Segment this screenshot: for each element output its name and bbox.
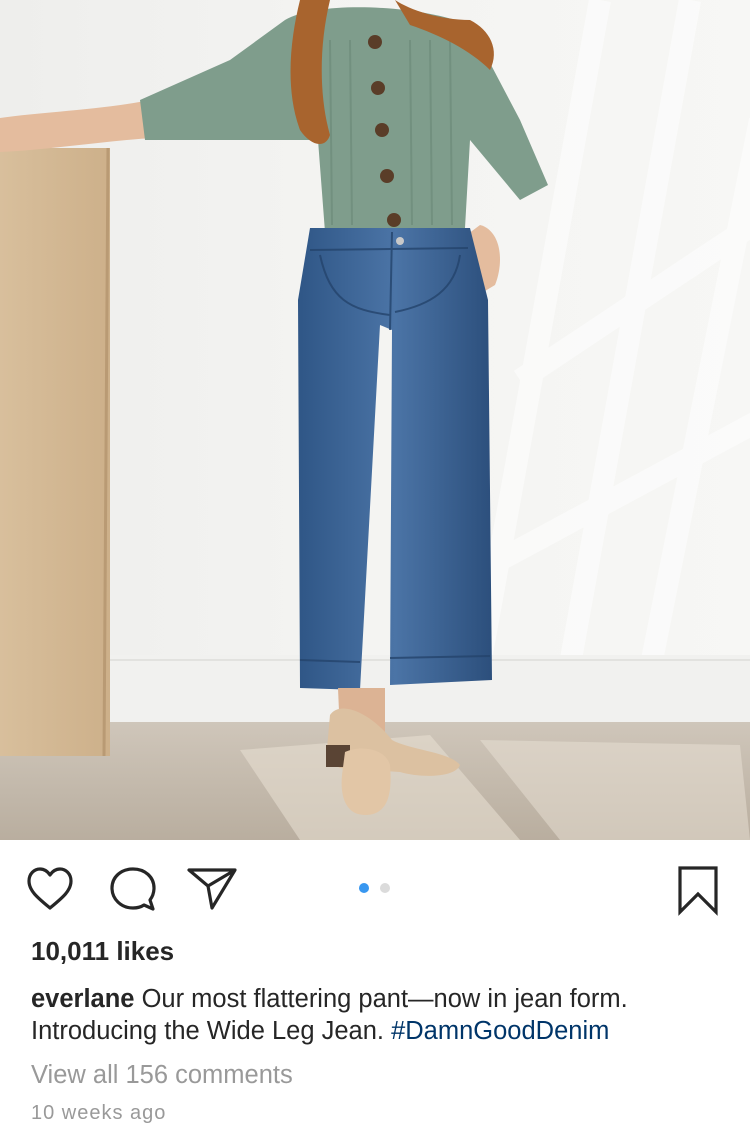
post-caption: everlane Our most flattering pant—now in… <box>31 983 731 1047</box>
caption-text-line2: Introducing the Wide Leg Jean. <box>31 1017 384 1045</box>
heart-icon-graphic <box>27 867 73 910</box>
caption-hashtag[interactable]: #DamnGoodDenim <box>391 1017 609 1045</box>
heart-icon[interactable] <box>24 864 76 916</box>
caption-text-line1: Our most flattering pant—now in jean for… <box>141 985 628 1013</box>
view-comments-link[interactable]: View all 156 comments <box>31 1061 293 1090</box>
carousel-dot-active <box>359 883 369 893</box>
post-photo-art <box>0 0 750 840</box>
comment-icon-graphic <box>110 867 156 911</box>
likes-count[interactable]: 10,011 likes <box>31 936 174 967</box>
paper-plane-icon-graphic <box>187 868 237 910</box>
post-timestamp: 10 weeks ago <box>31 1102 167 1124</box>
paper-plane-icon[interactable] <box>186 864 238 916</box>
comment-icon[interactable] <box>106 864 158 916</box>
caption-username[interactable]: everlane <box>31 985 135 1013</box>
bookmark-icon-graphic <box>678 866 718 916</box>
bookmark-icon[interactable] <box>672 864 724 916</box>
carousel-dot <box>380 883 390 893</box>
post-action-bar <box>0 840 750 935</box>
post-image[interactable] <box>0 0 750 840</box>
